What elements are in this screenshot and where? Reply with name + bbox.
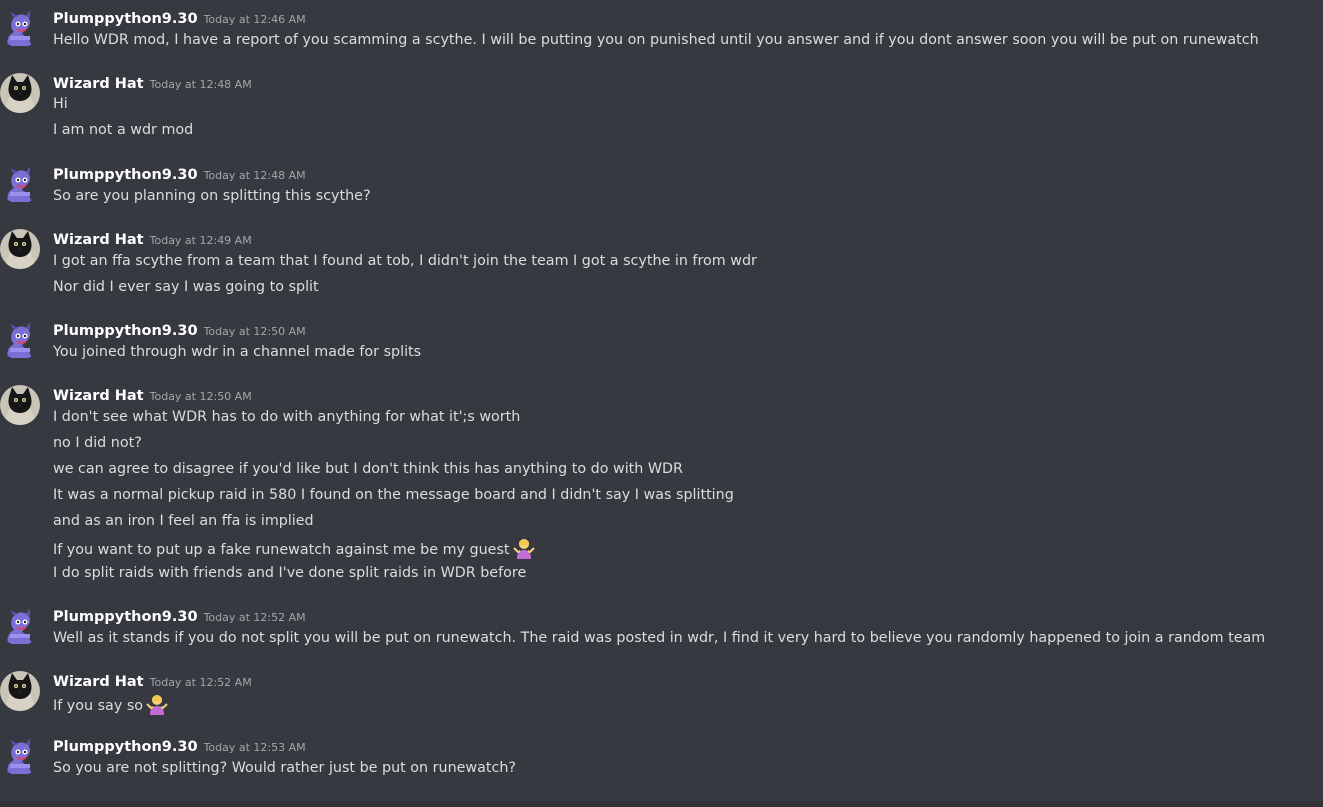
message-header: Plumppython9.30 Today at 12:46 AM: [53, 8, 306, 28]
message-text-with-emoji: If you want to put up a fake runewatch a…: [53, 537, 535, 559]
timestamp: Today at 12:52 AM: [203, 611, 306, 624]
timestamp: Today at 12:53 AM: [203, 741, 306, 754]
message-text: no I did not?: [53, 435, 142, 451]
message-text: and as an iron I feel an ffa is implied: [53, 513, 314, 529]
message-text: It was a normal pickup raid in 580 I fou…: [53, 487, 734, 503]
message-text: Nor did I ever say I was going to split: [53, 279, 319, 295]
message-header: Wizard Hat Today at 12:50 AM: [53, 385, 252, 405]
chat-bottom-edge: [0, 801, 1323, 807]
message-header: Plumppython9.30 Today at 12:50 AM: [53, 320, 306, 340]
message-text: we can agree to disagree if you'd like b…: [53, 461, 683, 477]
timestamp: Today at 12:49 AM: [149, 234, 252, 247]
message-text: You joined through wdr in a channel made…: [53, 344, 422, 360]
purple-python-icon[interactable]: [0, 320, 40, 360]
message-text: So are you planning on splitting this sc…: [53, 188, 371, 204]
message-text: If you say so: [53, 698, 144, 714]
message-text: Well as it stands if you do not split yo…: [53, 630, 1266, 646]
message-text: So you are not splitting? Would rather j…: [53, 760, 517, 776]
message-header: Wizard Hat Today at 12:48 AM: [53, 73, 252, 93]
message-text: I got an ffa scythe from a team that I f…: [53, 253, 757, 269]
message-text: I don't see what WDR has to do with anyt…: [53, 409, 521, 425]
message-header: Plumppython9.30 Today at 12:52 AM: [53, 606, 306, 626]
timestamp: Today at 12:50 AM: [203, 325, 306, 338]
username[interactable]: Wizard Hat: [53, 388, 144, 404]
purple-python-icon[interactable]: [0, 736, 40, 776]
timestamp: Today at 12:50 AM: [149, 390, 252, 403]
username[interactable]: Plumppython9.30: [53, 167, 198, 183]
message-header: Wizard Hat Today at 12:49 AM: [53, 229, 252, 249]
chat-message-list: Plumppython9.30 Today at 12:46 AM Hello W…: [0, 0, 1323, 807]
black-cat-icon[interactable]: [0, 229, 40, 269]
message-text-with-emoji: If you say so: [53, 693, 168, 715]
message-header: Wizard Hat Today at 12:52 AM: [53, 671, 252, 691]
message-header: Plumppython9.30 Today at 12:53 AM: [53, 736, 306, 756]
person-shrugging-emoji[interactable]: [146, 693, 168, 715]
black-cat-icon[interactable]: [0, 73, 40, 113]
purple-python-icon[interactable]: [0, 8, 40, 48]
message-text: Hi: [53, 96, 68, 112]
message-text: I am not a wdr mod: [53, 122, 194, 138]
username[interactable]: Wizard Hat: [53, 76, 144, 92]
timestamp: Today at 12:52 AM: [149, 676, 252, 689]
timestamp: Today at 12:48 AM: [149, 78, 252, 91]
purple-python-icon[interactable]: [0, 606, 40, 646]
message-header: Plumppython9.30 Today at 12:48 AM: [53, 164, 306, 184]
username[interactable]: Plumppython9.30: [53, 609, 198, 625]
message-text: I do split raids with friends and I've d…: [53, 565, 527, 581]
username[interactable]: Wizard Hat: [53, 232, 144, 248]
purple-python-icon[interactable]: [0, 164, 40, 204]
black-cat-icon[interactable]: [0, 385, 40, 425]
timestamp: Today at 12:48 AM: [203, 169, 306, 182]
message-text: If you want to put up a fake runewatch a…: [53, 542, 510, 558]
username[interactable]: Plumppython9.30: [53, 323, 198, 339]
username[interactable]: Plumppython9.30: [53, 739, 198, 755]
person-shrugging-emoji[interactable]: [512, 537, 535, 559]
black-cat-icon[interactable]: [0, 671, 40, 711]
username[interactable]: Plumppython9.30: [53, 11, 198, 27]
message-text: Hello WDR mod, I have a report of you sc…: [53, 32, 1259, 48]
username[interactable]: Wizard Hat: [53, 674, 144, 690]
timestamp: Today at 12:46 AM: [203, 13, 306, 26]
